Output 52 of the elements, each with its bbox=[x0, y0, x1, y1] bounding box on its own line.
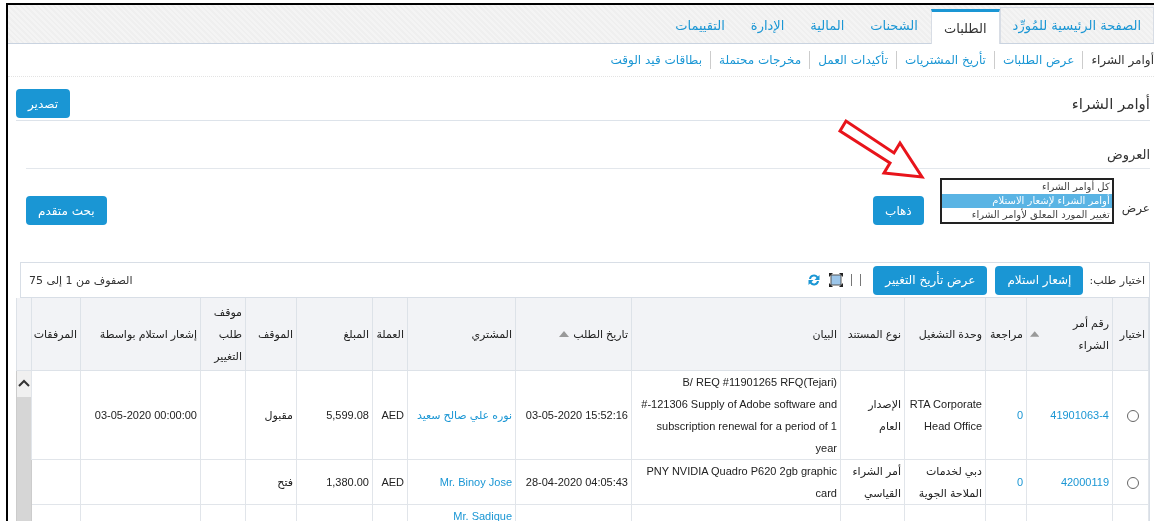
table-cell: 03-05-2020 00:00:00 bbox=[94, 409, 197, 421]
subnav-link[interactable]: تأريخ المشتريات bbox=[896, 51, 994, 69]
fit-screen-icon[interactable] bbox=[829, 273, 844, 287]
subnav-link[interactable]: تأكيدات العمل bbox=[809, 51, 897, 69]
page-title: أوامر الشراء bbox=[1071, 94, 1150, 113]
table-cell: مقبول bbox=[264, 409, 293, 421]
nav-tab[interactable]: الشحنات bbox=[857, 7, 931, 43]
subnav-link[interactable]: مخرجات محتملة bbox=[710, 51, 810, 69]
nav-tab[interactable]: الإدارة bbox=[737, 7, 798, 43]
table-cell: أمر الشراء القياسي bbox=[852, 465, 901, 499]
action-button[interactable]: عرض تأريخ التغيير bbox=[873, 265, 988, 295]
table-cell: 03-05-2020 15:52:16 bbox=[525, 409, 628, 421]
view-listbox[interactable]: كل أوامر الشراء أوامر الشراء لإشعار الاستلام تغيير المورد المعلق لأوامر الشراء bbox=[939, 177, 1114, 224]
column-header[interactable]: تاريخ الطلب bbox=[573, 323, 628, 345]
nav-tab[interactable]: الطلبات bbox=[930, 9, 1000, 44]
table-cell: 5,599.08 bbox=[326, 409, 369, 421]
action-button[interactable]: إشعار استلام bbox=[995, 265, 1084, 295]
subnav-link[interactable]: عرض الطلبات bbox=[993, 51, 1083, 69]
column-header[interactable]: المبلغ bbox=[343, 323, 369, 345]
listbox-option[interactable]: أوامر الشراء لإشعار الاستلام bbox=[941, 193, 1112, 208]
nav-tab[interactable]: التقييمات bbox=[662, 7, 738, 43]
advanced-search-button[interactable]: بحث متقدم bbox=[26, 196, 107, 225]
table-cell: فتح bbox=[277, 476, 293, 488]
column-header[interactable]: البيان bbox=[812, 323, 837, 345]
subnav-link[interactable]: أوامر الشراء bbox=[1082, 51, 1154, 69]
select-label: اختيار طلب: bbox=[1089, 273, 1145, 287]
cell-link[interactable]: 0 bbox=[1016, 476, 1023, 488]
table-cell: الإصدار العام bbox=[868, 398, 901, 432]
subnav-link[interactable]: بطاقات قيد الوقت bbox=[602, 51, 710, 69]
table-cell: B/ REQ #11901265 RFQ(Tejari) #-121306 Supply of Adobe software and subscription renewal for a period of 1 year bbox=[641, 376, 837, 454]
nav-tab[interactable]: المالية bbox=[797, 7, 858, 43]
table-cell: AED bbox=[381, 409, 404, 421]
cell-link[interactable]: 0 bbox=[1016, 409, 1023, 421]
scrollbar[interactable] bbox=[16, 370, 32, 521]
cell-link[interactable]: 42000119 bbox=[1060, 476, 1109, 488]
table-cell: PNY NVIDIA Quadro P620 2gb graphic card bbox=[646, 465, 837, 499]
cell-link[interactable]: Mr. Binoy Jose bbox=[439, 476, 512, 488]
table-cell: 28-04-2020 04:05:43 bbox=[525, 476, 628, 488]
listbox-option[interactable]: تغيير المورد المعلق لأوامر الشراء bbox=[941, 207, 1112, 222]
column-header[interactable]: المشتري bbox=[471, 323, 512, 345]
table-cell: AED bbox=[381, 476, 404, 488]
cell-link[interactable]: نوره علي صالح سعيد bbox=[416, 409, 512, 421]
table-cell: RTA Corporate Head Office bbox=[909, 398, 982, 432]
refresh-icon[interactable] bbox=[807, 273, 822, 287]
row-count: الصفوف من 1 إلى 75 bbox=[29, 273, 133, 287]
export-button[interactable]: تصدير bbox=[16, 89, 70, 118]
table-cell: 1,380.00 bbox=[326, 476, 369, 488]
view-label: عرض bbox=[1121, 199, 1150, 215]
go-button[interactable]: ذهاب bbox=[873, 196, 924, 225]
table-cell: دبي لخدمات الملاحة الجوية bbox=[918, 465, 982, 499]
listbox-option[interactable]: كل أوامر الشراء bbox=[941, 179, 1112, 194]
cell-link[interactable]: 41901063-4 bbox=[1050, 409, 1109, 421]
